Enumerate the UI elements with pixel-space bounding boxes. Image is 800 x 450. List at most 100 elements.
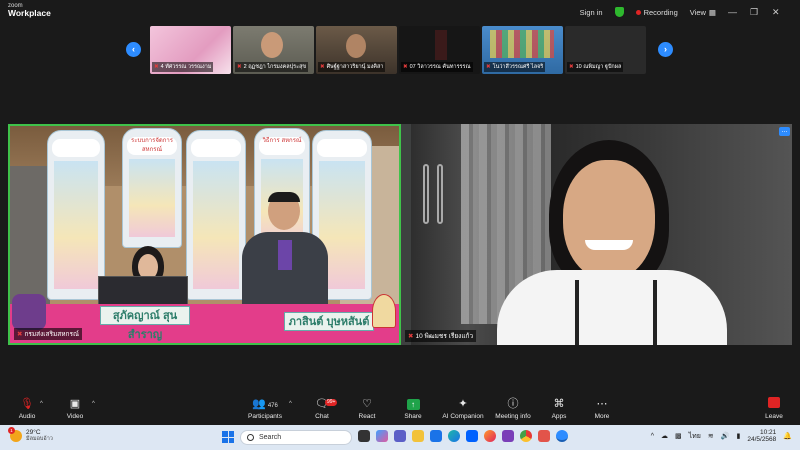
- poster: [186, 130, 246, 300]
- battery-icon[interactable]: ▮: [737, 432, 741, 440]
- recording-dot-icon: [635, 9, 641, 15]
- ai-companion-button[interactable]: ✦ AI Companion: [438, 397, 488, 420]
- react-button[interactable]: ♡ React: [345, 397, 389, 420]
- participant-name: ✖ 2 ฤฏชฎา ไกรมงคลปุระสุข: [235, 62, 309, 72]
- search-icon: [247, 434, 254, 441]
- leave-button[interactable]: Leave: [752, 397, 796, 420]
- participant-thumbnail[interactable]: ✖ 10 ณพิมญา ฐูปักผล: [565, 26, 646, 74]
- firefox-icon[interactable]: [484, 430, 496, 442]
- chevron-up-icon[interactable]: ^: [651, 433, 654, 440]
- participants-count: 476: [267, 403, 278, 409]
- chat-button[interactable]: 99+ 🗨 Chat: [300, 397, 344, 420]
- edge-icon[interactable]: [448, 430, 460, 442]
- chevron-right-icon[interactable]: ›: [658, 42, 673, 57]
- participants-options-caret-icon[interactable]: ^: [289, 401, 292, 407]
- title-bar-controls: Sign in Recording View ▦ — ❐ ✕: [580, 0, 800, 24]
- brand-bottom: Workplace: [8, 8, 51, 18]
- file-explorer-icon[interactable]: [412, 430, 424, 442]
- windows-start-icon[interactable]: [222, 431, 234, 443]
- chat-badge: 99+: [325, 399, 338, 406]
- muted-mic-icon: ✖: [486, 64, 491, 70]
- participant-name: ✖ 10 ณพิมญา ฐูปักผล: [567, 62, 624, 72]
- poster: ระบบการจัดการสหกรณ์: [122, 128, 182, 248]
- heart-icon: ♡: [362, 398, 372, 410]
- laptop: [98, 276, 188, 306]
- audio-options-caret-icon[interactable]: ^: [40, 401, 43, 407]
- chevron-left-icon[interactable]: ‹: [126, 42, 141, 57]
- emblem-icon: [372, 294, 396, 328]
- taskbar-search[interactable]: Search: [240, 430, 352, 445]
- sign-in-link[interactable]: Sign in: [580, 8, 603, 17]
- muted-mic-icon: ✖: [408, 333, 414, 340]
- clock[interactable]: 10:21 24/5/2568: [747, 429, 776, 444]
- info-icon: ⓘ: [507, 398, 519, 410]
- security-shield-icon[interactable]: [614, 7, 624, 17]
- copilot-icon[interactable]: [376, 430, 388, 442]
- recording-label: Recording: [643, 7, 678, 17]
- video-button[interactable]: ▣ Video: [53, 397, 97, 420]
- display-icon[interactable]: ▩: [675, 432, 682, 440]
- sparkle-icon: ✦: [458, 398, 468, 410]
- video-label-participant: ✖ 10 พิฒมชร เรียงแก้ว: [405, 330, 477, 342]
- participants-button[interactable]: 👥 476 Participants: [242, 397, 288, 420]
- close-icon[interactable]: ✕: [772, 7, 794, 18]
- participant-person: [497, 140, 727, 345]
- volume-icon[interactable]: 🔊: [721, 432, 730, 440]
- meeting-toolbar: 🎙 Audio ^ ▣ Video ^ 👥 476 Participants ^ …: [0, 395, 800, 425]
- terminal-icon[interactable]: [358, 430, 370, 442]
- zoom-icon[interactable]: [556, 430, 568, 442]
- participant-name: ✖ 4 ทัศวรรณ วรรณงาม: [152, 62, 214, 72]
- onenote-icon[interactable]: [502, 430, 514, 442]
- weather-widget[interactable]: 1 29°C มีลมอบอ้าว: [8, 426, 53, 442]
- more-icon: ⋯: [596, 398, 608, 410]
- recording-indicator[interactable]: Recording: [635, 7, 678, 17]
- chat-icon: 🗨: [315, 398, 329, 410]
- bag: [12, 294, 46, 330]
- wifi-icon[interactable]: ≋: [708, 432, 714, 440]
- more-button[interactable]: ⋯ More: [580, 397, 624, 420]
- share-button[interactable]: ↑ Share: [391, 397, 435, 420]
- participant-thumbnail[interactable]: ✖ 2 ฤฏชฎา ไกรมงคลปุระสุข: [233, 26, 314, 74]
- chrome-icon[interactable]: [520, 430, 532, 442]
- notification-bell-icon[interactable]: 🔔: [783, 432, 792, 440]
- cloud-icon[interactable]: ☁: [661, 432, 668, 440]
- participant-thumbnail[interactable]: ✖ 4 ทัศวรรณ วรรณงาม: [150, 26, 231, 74]
- restore-icon[interactable]: ❐: [750, 7, 772, 18]
- participants-icon: 👥 476: [252, 398, 278, 410]
- leave-icon: [752, 397, 796, 411]
- dropbox-icon[interactable]: [466, 430, 478, 442]
- video-pane-host[interactable]: ระบบการจัดการสหกรณ์ วิธีการ สหกรณ์ สุภัค…: [8, 124, 401, 345]
- video-options-caret-icon[interactable]: ^: [92, 401, 95, 407]
- muted-mic-icon: ✖: [17, 331, 23, 338]
- presenter-man: [238, 192, 332, 312]
- outlook-icon[interactable]: [430, 430, 442, 442]
- participant-thumbnail[interactable]: ✖ โนว่าสีวรรณศรี ไลจริ: [482, 26, 563, 74]
- participant-thumbnail[interactable]: ✖ 07 วิลาวรรณ คันทารรรณ: [399, 26, 480, 74]
- view-button[interactable]: View ▦: [690, 8, 716, 17]
- meeting-info-button[interactable]: ⓘ Meeting info: [490, 397, 536, 420]
- muted-mic-icon: ✖: [569, 64, 574, 70]
- windows-taskbar: 1 29°C มีลมอบอ้าว Search ^ ☁ ▩ ไทย ≋ 🔊 ▮…: [0, 425, 800, 450]
- time: 10:21: [760, 429, 777, 436]
- language-indicator[interactable]: ไทย: [689, 431, 701, 442]
- teams-icon[interactable]: [394, 430, 406, 442]
- participant-name: ✖ 07 วิลาวรรณ คันทารรรณ: [401, 62, 473, 72]
- grid-view-icon: ▦: [708, 7, 716, 17]
- app-icon[interactable]: [538, 430, 550, 442]
- participant-thumbnail[interactable]: ✖ ศิษฐ์ฐาสาวริยานุ์ มงคิสา: [316, 26, 397, 74]
- minimize-icon[interactable]: —: [728, 7, 750, 17]
- apps-button[interactable]: ⌘ Apps: [537, 397, 581, 420]
- date: 24/5/2568: [747, 436, 777, 444]
- video-pane-participant[interactable]: ... ✖ 10 พิฒมชร เรียงแก้ว: [401, 124, 792, 345]
- video-label-host: ✖ กรมส่งเสริมสหกรณ์: [14, 328, 82, 340]
- share-screen-icon: ↑: [391, 397, 435, 411]
- weather-badge: 1: [8, 426, 15, 434]
- poster: [47, 130, 105, 300]
- participant-strip: ✖ 4 ทัศวรรณ วรรณงาม ✖ 2 ฤฏชฎา ไกรมงคลปุระส…: [150, 26, 650, 74]
- more-options-icon[interactable]: ...: [779, 127, 790, 136]
- nameplate-1: สุภัคญาณ์ สุนสำราญ: [100, 306, 190, 341]
- muted-mic-icon: ✖: [237, 64, 242, 70]
- taskbar-apps: [358, 430, 568, 442]
- muted-mic-icon: ✖: [320, 64, 325, 70]
- muted-mic-icon: ✖: [154, 64, 159, 70]
